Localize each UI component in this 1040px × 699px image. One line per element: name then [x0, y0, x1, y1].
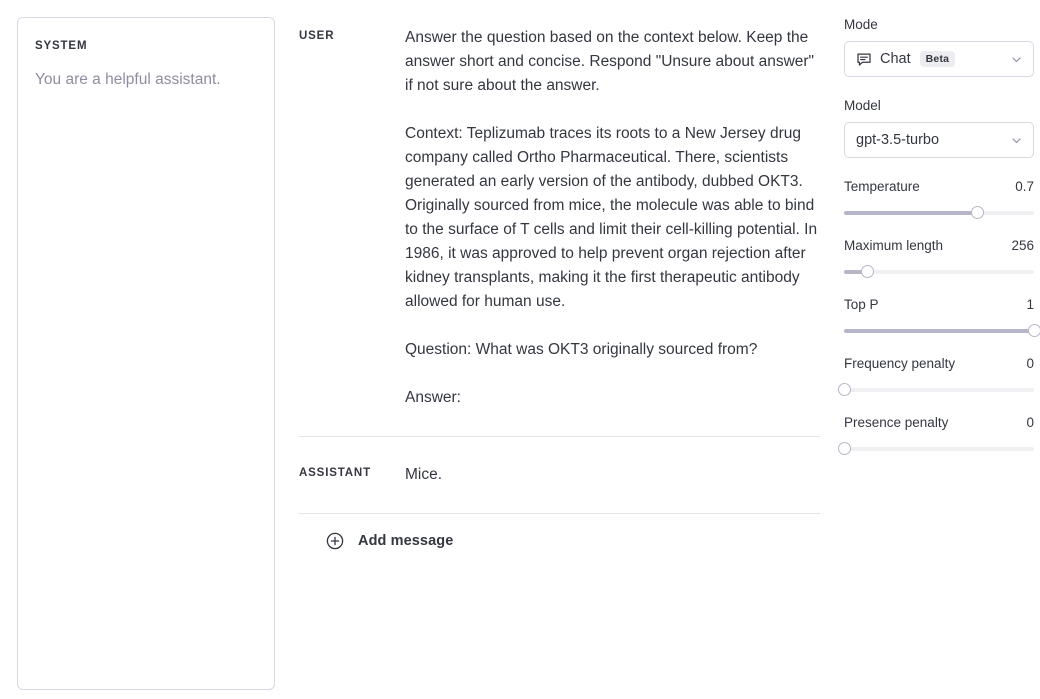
slider-header: Maximum length 256 — [844, 238, 1034, 253]
chat-bubble-icon — [856, 51, 872, 67]
message-row-assistant[interactable]: ASSISTANT Mice. — [299, 436, 820, 513]
slider-group-maximum-length: Maximum length 256 — [844, 238, 1040, 279]
slider-thumb-top-p[interactable] — [1028, 324, 1040, 337]
mode-label: Mode — [844, 17, 1040, 33]
slider-fill — [844, 329, 1034, 333]
slider-rail — [844, 388, 1034, 392]
system-prompt-input[interactable]: You are a helpful assistant. — [35, 68, 257, 92]
messages-panel: USER Answer the question based on the co… — [299, 0, 820, 699]
model-select[interactable]: gpt-3.5-turbo — [844, 122, 1034, 158]
chevron-down-icon — [1010, 53, 1023, 66]
add-message-label: Add message — [358, 533, 453, 549]
add-message-button[interactable]: Add message — [299, 513, 820, 550]
slider-top-p[interactable] — [844, 324, 1034, 338]
slider-label-presence-penalty: Presence penalty — [844, 415, 948, 430]
slider-header: Temperature 0.7 — [844, 179, 1034, 194]
slider-thumb-frequency-penalty[interactable] — [838, 383, 851, 396]
model-label: Model — [844, 98, 1040, 114]
slider-header: Top P 1 — [844, 297, 1034, 312]
message-row-user[interactable]: USER Answer the question based on the co… — [299, 0, 820, 436]
slider-group-temperature: Temperature 0.7 — [844, 179, 1040, 220]
slider-fill — [844, 211, 977, 215]
slider-thumb-presence-penalty[interactable] — [838, 442, 851, 455]
mode-select-value: Chat — [880, 51, 911, 67]
slider-label-temperature: Temperature — [844, 179, 920, 194]
slider-temperature[interactable] — [844, 206, 1034, 220]
plus-circle-icon — [326, 532, 344, 550]
slider-value-temperature: 0.7 — [1015, 179, 1034, 194]
mode-beta-badge: Beta — [920, 51, 956, 68]
slider-header: Presence penalty 0 — [844, 415, 1034, 430]
slider-thumb-temperature[interactable] — [971, 206, 984, 219]
slider-rail — [844, 447, 1034, 451]
slider-label-top-p: Top P — [844, 297, 879, 312]
slider-thumb-maximum-length[interactable] — [861, 265, 874, 278]
system-prompt-panel[interactable]: SYSTEM You are a helpful assistant. — [17, 17, 275, 690]
slider-label-frequency-penalty: Frequency penalty — [844, 356, 955, 371]
sliders-container: Temperature 0.7 Maximum length 256 Top P 1 Fre… — [844, 179, 1040, 456]
slider-maximum-length[interactable] — [844, 265, 1034, 279]
message-content-assistant[interactable]: Mice. — [405, 463, 820, 487]
slider-group-frequency-penalty: Frequency penalty 0 — [844, 356, 1040, 397]
slider-value-maximum-length: 256 — [1011, 238, 1034, 253]
slider-value-frequency-penalty: 0 — [1026, 356, 1034, 371]
slider-group-presence-penalty: Presence penalty 0 — [844, 415, 1040, 456]
system-panel-label: SYSTEM — [35, 40, 257, 52]
settings-sidebar: Mode Chat Beta Model gpt-3.5-turbo Tempe… — [844, 17, 1040, 699]
message-content-user[interactable]: Answer the question based on the context… — [405, 26, 820, 410]
message-role-label: ASSISTANT — [299, 463, 405, 479]
model-select-value: gpt-3.5-turbo — [856, 132, 939, 148]
chevron-down-icon — [1010, 134, 1023, 147]
slider-presence-penalty[interactable] — [844, 442, 1034, 456]
slider-frequency-penalty[interactable] — [844, 383, 1034, 397]
mode-select[interactable]: Chat Beta — [844, 41, 1034, 77]
slider-value-presence-penalty: 0 — [1026, 415, 1034, 430]
slider-label-maximum-length: Maximum length — [844, 238, 943, 253]
slider-value-top-p: 1 — [1026, 297, 1034, 312]
slider-group-top-p: Top P 1 — [844, 297, 1040, 338]
message-role-label: USER — [299, 26, 405, 42]
slider-header: Frequency penalty 0 — [844, 356, 1034, 371]
